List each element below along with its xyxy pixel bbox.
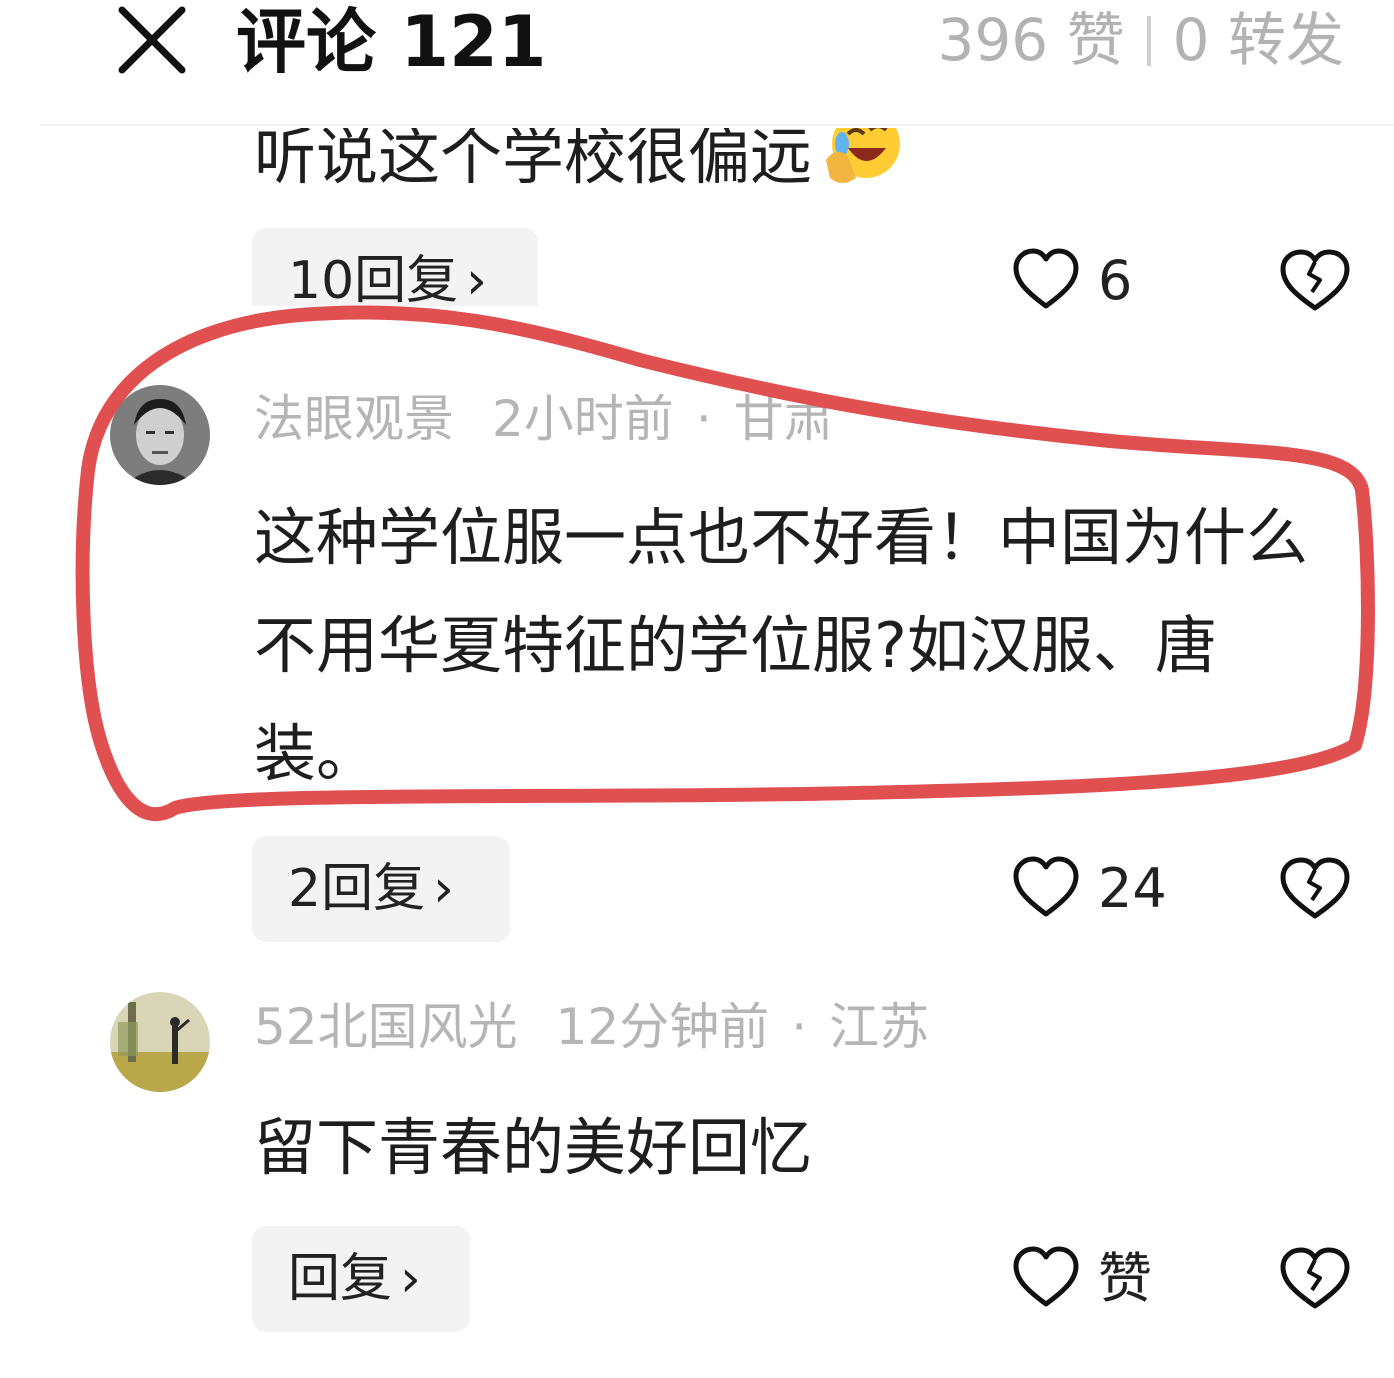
heart-icon — [1013, 248, 1079, 309]
broken-heart-icon — [1280, 1247, 1350, 1309]
replies-button[interactable]: 回复 › — [252, 1226, 470, 1332]
dislike-button[interactable] — [1278, 1244, 1352, 1314]
chevron-right-icon: › — [466, 251, 487, 311]
meta-dot: · — [695, 390, 712, 448]
meta-dot: · — [791, 998, 808, 1056]
replies-label: 10回复 — [288, 251, 459, 311]
close-button[interactable] — [112, 2, 192, 78]
like-count: 6 — [1098, 249, 1133, 312]
comment-text: 留下青春的美好回忆 — [254, 1111, 813, 1184]
user-avatar-image — [110, 992, 210, 1092]
dislike-button[interactable] — [1278, 246, 1352, 316]
chevron-right-icon: › — [400, 1249, 421, 1309]
broken-heart-icon — [1280, 857, 1350, 919]
avatar[interactable] — [110, 385, 210, 485]
comment-meta: 52北国风光 12分钟前 · 江苏 — [254, 992, 929, 1062]
replies-button[interactable]: 10回复 › — [252, 228, 538, 311]
replies-label: 2回复 — [288, 859, 426, 919]
post-stats: 396 赞 0 转发 — [938, 0, 1345, 80]
comment-text: 听说这个学校很偏远 — [254, 120, 902, 207]
replies-button[interactable]: 2回复 › — [252, 836, 510, 942]
heart-icon — [1013, 1246, 1079, 1307]
like-button[interactable]: 6 — [1012, 246, 1152, 316]
close-icon — [118, 6, 186, 74]
comment-meta: 法眼观景 2小时前 · 甘肃 — [254, 384, 834, 454]
dislike-button[interactable] — [1278, 854, 1352, 924]
username[interactable]: 法眼观景 — [254, 390, 454, 448]
timestamp: 12分钟前 — [555, 998, 770, 1056]
timestamp: 2小时前 — [492, 390, 674, 448]
comment-text: 这种学位服一点也不好看！中国为什么不用华夏特征的学位服?如汉服、唐装。 — [254, 501, 1309, 790]
comments-title: 评论 121 — [236, 1, 547, 83]
header-divider — [40, 124, 1394, 126]
like-button[interactable]: 24 — [1012, 854, 1182, 924]
like-button[interactable]: 赞 — [1012, 1244, 1182, 1314]
laughing-crying-emoji-icon — [826, 128, 901, 183]
replies-label: 回复 — [288, 1249, 393, 1309]
broken-heart-icon — [1280, 249, 1350, 311]
location: 甘肃 — [733, 390, 834, 448]
user-avatar-image — [110, 385, 210, 485]
like-count: 赞 — [1098, 1247, 1152, 1310]
username[interactable]: 52北国风光 — [254, 998, 518, 1056]
stats-divider — [1146, 16, 1151, 66]
chevron-right-icon: › — [433, 859, 454, 919]
heart-icon — [1013, 856, 1079, 917]
like-count: 24 — [1098, 857, 1167, 920]
avatar[interactable] — [110, 992, 210, 1092]
location: 江苏 — [829, 998, 930, 1056]
likes-stat: 396 赞 — [937, 6, 1125, 74]
comment-text-content: 听说这个学校很偏远 — [254, 120, 813, 193]
shares-stat: 0 转发 — [1172, 6, 1344, 74]
